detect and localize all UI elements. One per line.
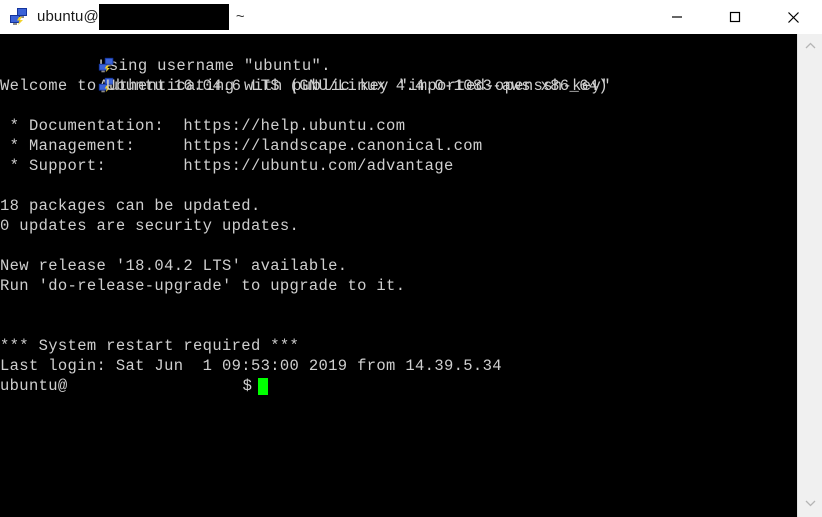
terminal-line: Authenticating with public key "imported… bbox=[0, 56, 797, 95]
prompt-symbol: $ bbox=[242, 377, 253, 395]
close-icon bbox=[787, 11, 799, 23]
terminal-line: Last login: Sat Jun 1 09:53:00 2019 from… bbox=[0, 357, 502, 375]
chevron-down-icon bbox=[805, 500, 815, 507]
window-title: ubuntu@ ~ bbox=[37, 4, 245, 30]
prompt-host-redaction bbox=[67, 377, 243, 395]
maximize-button[interactable] bbox=[706, 0, 764, 34]
window-title-host-redaction bbox=[98, 4, 229, 30]
putty-network-computer-icon bbox=[1, 57, 113, 93]
shell-prompt[interactable]: ubuntu@ $ bbox=[0, 376, 797, 396]
window-title-suffix: ~ bbox=[235, 8, 245, 25]
terminal-line: 18 packages can be updated. bbox=[0, 197, 261, 215]
terminal-line: 0 updates are security updates. bbox=[0, 217, 300, 235]
scrollbar-thumb[interactable] bbox=[799, 56, 822, 476]
terminal-scrollbar[interactable] bbox=[797, 34, 822, 517]
scroll-up-button[interactable] bbox=[798, 36, 822, 56]
terminal-line: * Support: https://ubuntu.com/advantage bbox=[0, 157, 454, 175]
chevron-up-icon bbox=[805, 42, 815, 49]
prompt-user: ubuntu@ bbox=[0, 377, 68, 395]
close-button[interactable] bbox=[764, 0, 822, 34]
putty-terminal-window: ubuntu@ ~ Using username "ubuntu". Authe… bbox=[0, 0, 822, 517]
terminal-line: *** System restart required *** bbox=[0, 337, 300, 355]
terminal-line: Welcome to Ubuntu 16.04.6 LTS (GNU/Linux… bbox=[0, 77, 609, 95]
terminal-line: New release '18.04.2 LTS' available. bbox=[0, 257, 348, 275]
putty-network-computer-icon bbox=[9, 7, 29, 27]
terminal-line: Run 'do-release-upgrade' to upgrade to i… bbox=[0, 277, 406, 295]
title-bar[interactable]: ubuntu@ ~ bbox=[0, 0, 822, 34]
putty-network-computer-icon bbox=[1, 37, 113, 73]
window-title-prefix: ubuntu@ bbox=[37, 8, 99, 25]
terminal-cursor bbox=[258, 377, 269, 395]
scroll-down-button[interactable] bbox=[798, 493, 822, 513]
terminal-output: Using username "ubuntu". Authenticating … bbox=[0, 36, 797, 396]
window-controls bbox=[648, 0, 822, 34]
terminal-line: Using username "ubuntu". bbox=[0, 36, 797, 75]
terminal-line: * Management: https://landscape.canonica… bbox=[0, 137, 483, 155]
terminal-line: * Documentation: https://help.ubuntu.com bbox=[0, 117, 406, 135]
terminal-screen[interactable]: Using username "ubuntu". Authenticating … bbox=[0, 34, 797, 517]
minimize-button[interactable] bbox=[648, 0, 706, 34]
minimize-icon bbox=[672, 16, 682, 18]
maximize-icon bbox=[729, 11, 741, 23]
